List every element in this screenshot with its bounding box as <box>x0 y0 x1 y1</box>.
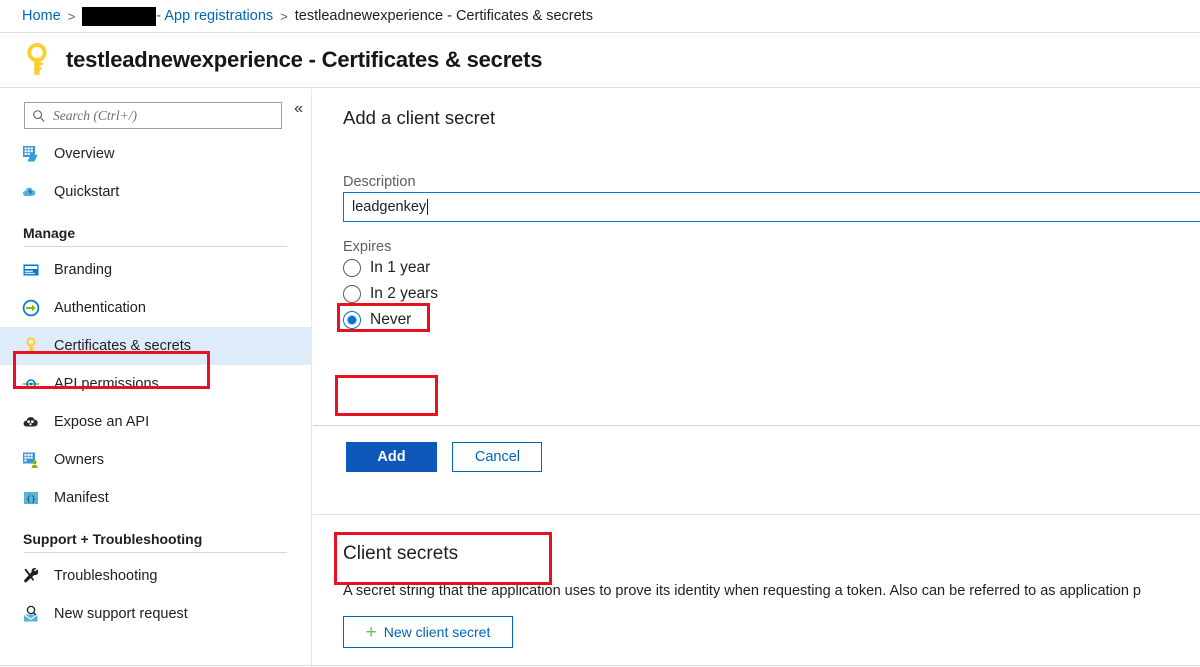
cancel-button[interactable]: Cancel <box>452 442 542 472</box>
description-input-value: leadgenkey <box>352 199 426 215</box>
svg-text:{}: {} <box>26 494 36 503</box>
sidebar-item-label: API permissions <box>54 376 159 392</box>
sidebar-group-title-manage: Manage <box>0 211 311 246</box>
sidebar-item-expose-an-api[interactable]: Expose an API <box>0 403 311 441</box>
sidebar-group-divider-manage <box>24 246 287 247</box>
manifest-icon: {} <box>22 489 40 507</box>
owners-icon <box>22 451 40 469</box>
new-client-secret-button[interactable]: + New client secret <box>343 616 513 648</box>
breadcrumb-separator-2: > <box>280 9 288 24</box>
key-icon <box>22 337 40 355</box>
sidebar-search-row: Search (Ctrl+/) « <box>0 89 311 135</box>
sidebar-item-overview[interactable]: Overview <box>0 135 311 173</box>
redacted-tenant-block <box>82 7 156 26</box>
sidebar-item-certificates-and-secrets[interactable]: Certificates & secrets <box>0 327 311 365</box>
radio-icon <box>343 259 361 277</box>
sidebar-item-quickstart[interactable]: Quickstart <box>0 173 311 211</box>
sidebar: Search (Ctrl+/) « Overvi <box>0 89 312 667</box>
branding-icon <box>22 261 40 279</box>
sidebar-item-api-permissions[interactable]: API permissions <box>0 365 311 403</box>
overview-grid-icon <box>22 145 40 163</box>
azure-portal-screen: Home > - App registrations > testleadnew… <box>0 0 1200 667</box>
expose-api-icon <box>22 413 40 431</box>
sidebar-item-authentication[interactable]: Authentication <box>0 289 311 327</box>
sidebar-item-troubleshooting[interactable]: Troubleshooting <box>0 557 311 595</box>
sidebar-item-label: Overview <box>54 146 114 162</box>
sidebar-item-new-support-request[interactable]: New support request <box>0 595 311 633</box>
radio-label: Never <box>370 311 411 329</box>
radio-label: In 1 year <box>370 259 430 277</box>
description-input[interactable]: leadgenkey <box>343 192 1200 222</box>
add-client-secret-form: Add a client secret Description leadgenk… <box>313 89 1200 425</box>
bottom-border <box>0 665 1200 666</box>
text-caret <box>427 199 428 215</box>
sidebar-item-label: Branding <box>54 262 112 278</box>
main-content: Add a client secret Description leadgenk… <box>313 89 1200 667</box>
breadcrumb-tenant-link[interactable]: - App registrations <box>82 7 273 26</box>
key-icon <box>20 43 54 77</box>
sidebar-item-label: New support request <box>54 606 188 622</box>
chevron-double-left-icon[interactable]: « <box>294 101 303 117</box>
client-secrets-heading: Client secrets <box>343 515 1200 565</box>
radio-label: In 2 years <box>370 285 438 303</box>
sidebar-item-label: Expose an API <box>54 414 149 430</box>
radio-option-in-1-year[interactable]: In 1 year <box>343 255 1200 281</box>
sidebar-item-label: Troubleshooting <box>54 568 157 584</box>
breadcrumb-current-page: testleadnewexperience - Certificates & s… <box>295 8 593 24</box>
sidebar-item-label: Owners <box>54 452 104 468</box>
sidebar-item-label: Authentication <box>54 300 146 316</box>
plus-icon: + <box>366 623 377 642</box>
troubleshooting-icon <box>22 567 40 585</box>
breadcrumb-tenant-label: - App registrations <box>156 8 273 24</box>
support-request-icon <box>22 605 40 623</box>
search-input[interactable]: Search (Ctrl+/) <box>24 102 282 129</box>
form-action-row: Add Cancel <box>313 425 1200 472</box>
search-icon <box>32 109 46 123</box>
page-title: testleadnewexperience - Certificates & s… <box>66 47 542 73</box>
new-client-secret-label: New client secret <box>384 624 491 640</box>
sidebar-item-branding[interactable]: Branding <box>0 251 311 289</box>
breadcrumb-separator-1: > <box>68 9 76 24</box>
sidebar-item-label: Certificates & secrets <box>54 338 191 354</box>
sidebar-item-manifest[interactable]: {} Manifest <box>0 479 311 517</box>
sidebar-item-owners[interactable]: Owners <box>0 441 311 479</box>
sidebar-item-label: Manifest <box>54 490 109 506</box>
sidebar-group-divider-support <box>24 552 287 553</box>
client-secrets-section: Client secrets A secret string that the … <box>313 515 1200 667</box>
description-label: Description <box>343 174 1200 190</box>
radio-icon-selected <box>343 311 361 329</box>
breadcrumb: Home > - App registrations > testleadnew… <box>0 0 1200 33</box>
page-title-bar: testleadnewexperience - Certificates & s… <box>0 33 1200 88</box>
authentication-icon <box>22 299 40 317</box>
search-placeholder: Search (Ctrl+/) <box>53 108 137 124</box>
client-secrets-description: A secret string that the application use… <box>343 583 1200 599</box>
quickstart-cloud-icon <box>22 183 40 201</box>
sidebar-group-title-support: Support + Troubleshooting <box>0 517 311 552</box>
radio-option-in-2-years[interactable]: In 2 years <box>343 281 1200 307</box>
radio-option-never[interactable]: Never <box>343 307 1200 333</box>
expires-label: Expires <box>343 239 1200 255</box>
api-permissions-icon <box>22 375 40 393</box>
add-button[interactable]: Add <box>346 442 437 472</box>
radio-icon <box>343 285 361 303</box>
sidebar-item-label: Quickstart <box>54 184 119 200</box>
breadcrumb-home-link[interactable]: Home <box>22 8 61 24</box>
add-secret-heading: Add a client secret <box>343 107 1200 129</box>
new-secret-button-wrap: + New client secret <box>343 616 1200 648</box>
